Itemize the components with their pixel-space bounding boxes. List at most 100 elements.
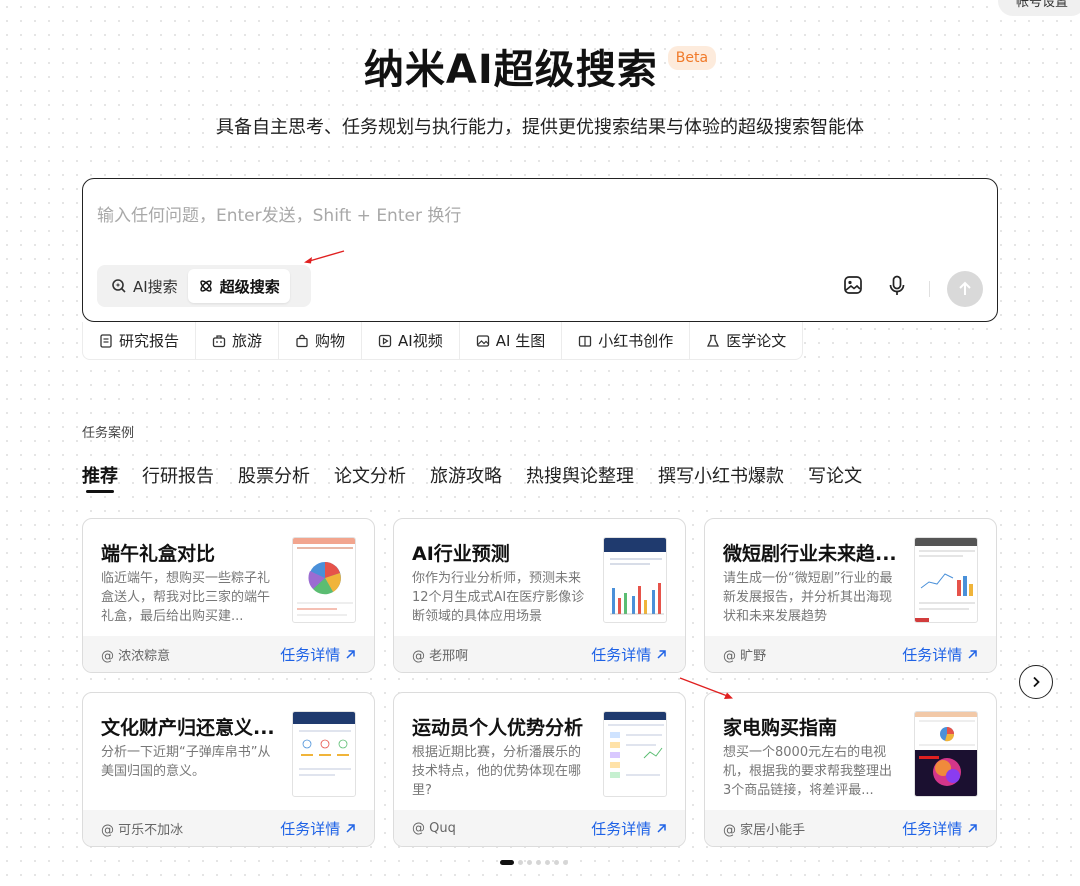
pagination-dot[interactable]	[536, 860, 541, 865]
case-card-title: AI行业预测	[412, 543, 510, 565]
case-card-thumbnail	[914, 537, 978, 623]
task-detail-link[interactable]: 任务详情	[280, 644, 356, 665]
quick-xiaohongshu[interactable]: 小红书创作	[562, 322, 691, 360]
hero-header: 纳米AI超级搜索 Beta	[0, 44, 1080, 96]
microphone-icon[interactable]	[887, 275, 907, 301]
task-detail-label: 任务详情	[280, 645, 341, 664]
quick-research-report[interactable]: 研究报告	[82, 322, 197, 360]
arrow-up-right-icon	[346, 823, 355, 833]
mode-super-search[interactable]: 超级搜索	[187, 269, 290, 303]
task-detail-link[interactable]: 任务详情	[280, 818, 356, 839]
toolbar-divider	[929, 281, 930, 297]
case-card[interactable]: 端午礼盒对比 临近端午，想购买一些粽子礼盒送人，帮我对比三家的端午礼盒，最后给出…	[82, 518, 375, 673]
case-card[interactable]: 家电购买指南 想买一个8000元左右的电视机，根据我的要求帮我整理出3个商品链接…	[704, 692, 997, 847]
cases-section-label: 任务案例	[82, 426, 135, 441]
case-card-desc: 你作为行业分析师，预测未来12个月生成式AI在医疗影像诊断领域的具体应用场景	[412, 571, 585, 624]
quick-travel[interactable]: 旅游	[196, 322, 280, 360]
case-card-author: @ Quq	[412, 820, 456, 836]
case-card-author: @ 老邢啊	[412, 648, 469, 664]
tab-write-paper[interactable]: 写论文	[808, 462, 862, 494]
search-mode-switch: AI搜索 超级搜索	[97, 265, 311, 307]
case-tabs: 推荐 行研报告 股票分析 论文分析 旅游攻略 热搜舆论整理 撰写小红书爆款 写论…	[82, 462, 862, 494]
arrow-up-icon	[959, 281, 971, 295]
case-card-thumbnail	[603, 537, 667, 623]
case-card-author: @ 家居小能手	[723, 822, 806, 838]
search-box: AI搜索 超级搜索	[82, 178, 998, 322]
quick-ai-video[interactable]: AI视频	[362, 322, 460, 360]
send-button[interactable]	[947, 271, 983, 307]
case-card-author: @ 浓浓粽意	[101, 648, 171, 664]
case-card-footer: @ 老邢啊 任务详情	[394, 636, 685, 672]
case-card-thumbnail	[603, 711, 667, 797]
quick-shopping-label: 购物	[315, 332, 346, 350]
page-subtitle: 具备自主思考、任务规划与执行能力，提供更优搜索结果与体验的超级搜索智能体	[216, 117, 864, 138]
quick-research-report-label: 研究报告	[119, 332, 180, 350]
tab-trending-topics[interactable]: 热搜舆论整理	[526, 462, 634, 494]
case-card-title: 端午礼盒对比	[101, 543, 216, 565]
quick-medical-paper[interactable]: 医学论文	[690, 322, 804, 360]
quick-ai-image[interactable]: AI 生图	[459, 322, 563, 360]
case-card-author: @ 可乐不加冰	[101, 822, 184, 838]
task-detail-label: 任务详情	[591, 645, 652, 664]
task-detail-link[interactable]: 任务详情	[902, 818, 978, 839]
case-card-thumbnail	[914, 711, 978, 797]
beta-badge: Beta	[667, 46, 717, 70]
pagination-dot[interactable]	[518, 860, 523, 865]
tab-paper-analysis[interactable]: 论文分析	[334, 462, 406, 494]
arrow-up-right-icon	[657, 649, 666, 659]
atom-icon	[200, 280, 212, 292]
case-card[interactable]: 文化财产归还意义... 分析一下近期“子弹库帛书”从美国归国的意义。 @ 可乐不…	[82, 692, 375, 847]
quick-ai-image-label: AI 生图	[495, 332, 546, 350]
carousel-pagination	[500, 860, 568, 865]
quick-xiaohongshu-label: 小红书创作	[598, 332, 674, 350]
case-card-title: 文化财产归还意义...	[101, 717, 275, 739]
case-card-desc: 临近端午，想购买一些粽子礼盒送人，帮我对比三家的端午礼盒，最后给出购买建...	[101, 571, 271, 624]
case-card-title: 运动员个人优势分析	[412, 717, 584, 739]
tab-stock-analysis[interactable]: 股票分析	[238, 462, 310, 494]
tab-industry-report[interactable]: 行研报告	[142, 462, 214, 494]
task-detail-label: 任务详情	[902, 645, 963, 664]
account-button-label: 帐号设置	[1015, 0, 1068, 10]
tab-travel-guide[interactable]: 旅游攻略	[430, 462, 502, 494]
case-card[interactable]: 微短剧行业未来趋... 请生成一份“微短剧”行业的最新发展报告，并分析其出海现状…	[704, 518, 997, 673]
mode-ai-search[interactable]: AI搜索	[101, 269, 188, 303]
case-card-desc: 根据近期比赛，分析潘展乐的技术特点，他的优势体现在哪里?	[412, 745, 582, 798]
tab-xiaohongshu-viral[interactable]: 撰写小红书爆款	[658, 462, 784, 494]
pagination-dot[interactable]	[527, 860, 532, 865]
quick-ai-video-label: AI视频	[398, 332, 443, 350]
case-card-desc: 想买一个8000元左右的电视机，根据我的要求帮我整理出3个商品链接，将差评最..…	[723, 745, 893, 798]
case-card-author: @ 旷野	[723, 648, 767, 664]
case-card-footer: @ 浓浓粽意 任务详情	[83, 636, 374, 672]
tab-recommended[interactable]: 推荐	[82, 462, 118, 494]
task-detail-link[interactable]: 任务详情	[591, 818, 667, 839]
pagination-dot[interactable]	[545, 860, 550, 865]
mode-super-search-label: 超级搜索	[219, 277, 280, 296]
mode-ai-search-label: AI搜索	[133, 277, 178, 296]
task-detail-label: 任务详情	[591, 819, 652, 838]
task-detail-label: 任务详情	[280, 819, 341, 838]
task-detail-link[interactable]: 任务详情	[902, 644, 978, 665]
case-card[interactable]: AI行业预测 你作为行业分析师，预测未来12个月生成式AI在医疗影像诊断领域的具…	[393, 518, 686, 673]
case-card-footer: @ 旷野 任务详情	[705, 636, 996, 672]
quick-actions: 研究报告 旅游 购物 AI视频 AI 生图 小红书创作 医学论文	[82, 322, 804, 360]
pagination-dot[interactable]	[554, 860, 559, 865]
book-icon	[579, 335, 592, 347]
search-input[interactable]	[97, 201, 797, 231]
task-detail-link[interactable]: 任务详情	[591, 644, 667, 665]
account-button[interactable]: 帐号设置	[997, 0, 1080, 16]
ai-search-icon	[112, 279, 126, 293]
video-icon	[378, 334, 392, 347]
case-card[interactable]: 运动员个人优势分析 根据近期比赛，分析潘展乐的技术特点，他的优势体现在哪里? @…	[393, 692, 686, 847]
luggage-icon	[212, 334, 226, 347]
quick-shopping[interactable]: 购物	[279, 322, 363, 360]
pagination-dot[interactable]	[500, 860, 514, 865]
image-upload-icon[interactable]	[843, 275, 863, 299]
pagination-dot[interactable]	[563, 860, 568, 865]
document-icon	[100, 333, 112, 348]
image-icon	[476, 334, 489, 347]
carousel-next-button[interactable]	[1019, 665, 1053, 699]
arrow-up-right-icon	[968, 649, 977, 659]
flask-icon	[707, 334, 720, 347]
case-card-title: 微短剧行业未来趋...	[723, 543, 897, 565]
case-card-title: 家电购买指南	[723, 717, 838, 739]
